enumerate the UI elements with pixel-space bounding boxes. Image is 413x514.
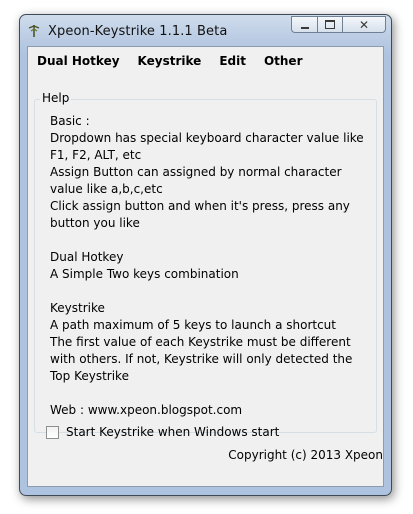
client-area: Dual Hotkey Keystrike Edit Other Help Ba… [27, 46, 384, 487]
minimize-button[interactable] [291, 16, 317, 33]
app-icon [28, 24, 40, 38]
maximize-button[interactable] [317, 16, 342, 33]
help-line: Web : www.xpeon.blogspot.com [50, 403, 243, 417]
help-line: F1, F2, ALT, etc [50, 148, 142, 162]
caption-buttons: ✕ [291, 16, 386, 33]
menu-other[interactable]: Other [264, 52, 303, 68]
help-line: A Simple Two keys combination [50, 267, 239, 281]
startup-label[interactable]: Start Keystrike when Windows start [66, 425, 279, 439]
help-line: Top Keystrike [50, 369, 129, 383]
help-line: Dropdown has special keyboard character … [50, 131, 364, 145]
copyright-text: Copyright (c) 2013 Xpeon [228, 448, 383, 462]
help-line: value like a,b,c,etc [50, 182, 163, 196]
help-line: button you like [50, 216, 140, 230]
menu-edit[interactable]: Edit [219, 52, 246, 68]
window-title: Xpeon-Keystrike 1.1.1 Beta [48, 24, 228, 39]
close-button[interactable]: ✕ [342, 16, 386, 33]
help-line [50, 283, 380, 300]
close-icon: ✕ [358, 17, 370, 32]
help-legend: Help [40, 91, 72, 105]
menu-bar: Dual Hotkey Keystrike Edit Other [28, 47, 383, 73]
minimize-icon [300, 26, 309, 29]
help-line [50, 232, 380, 249]
help-line: Basic : [50, 114, 90, 128]
maximize-icon [325, 20, 335, 29]
help-line: Dual Hotkey [50, 250, 124, 264]
startup-checkbox[interactable] [46, 425, 59, 439]
title-bar[interactable]: Xpeon-Keystrike 1.1.1 Beta ✕ [20, 15, 391, 47]
help-line [50, 385, 380, 402]
help-line: Keystrike [50, 301, 105, 315]
help-text: Basic : Dropdown has special keyboard ch… [50, 113, 380, 419]
menu-dual-hotkey[interactable]: Dual Hotkey [37, 52, 120, 68]
help-line: with others. If not, Keystrike will only… [50, 352, 353, 366]
help-line: Assign Button can assigned by normal cha… [50, 165, 342, 179]
startup-option[interactable]: Start Keystrike when Windows start [46, 425, 279, 439]
menu-keystrike[interactable]: Keystrike [138, 52, 202, 68]
main-window: Xpeon-Keystrike 1.1.1 Beta ✕ Dual Hotkey… [19, 14, 392, 496]
help-line: Click assign button and when it's press,… [50, 199, 350, 213]
help-line: A path maximum of 5 keys to launch a sho… [50, 318, 336, 332]
help-line: The first value of each Keystrike must b… [50, 335, 351, 349]
